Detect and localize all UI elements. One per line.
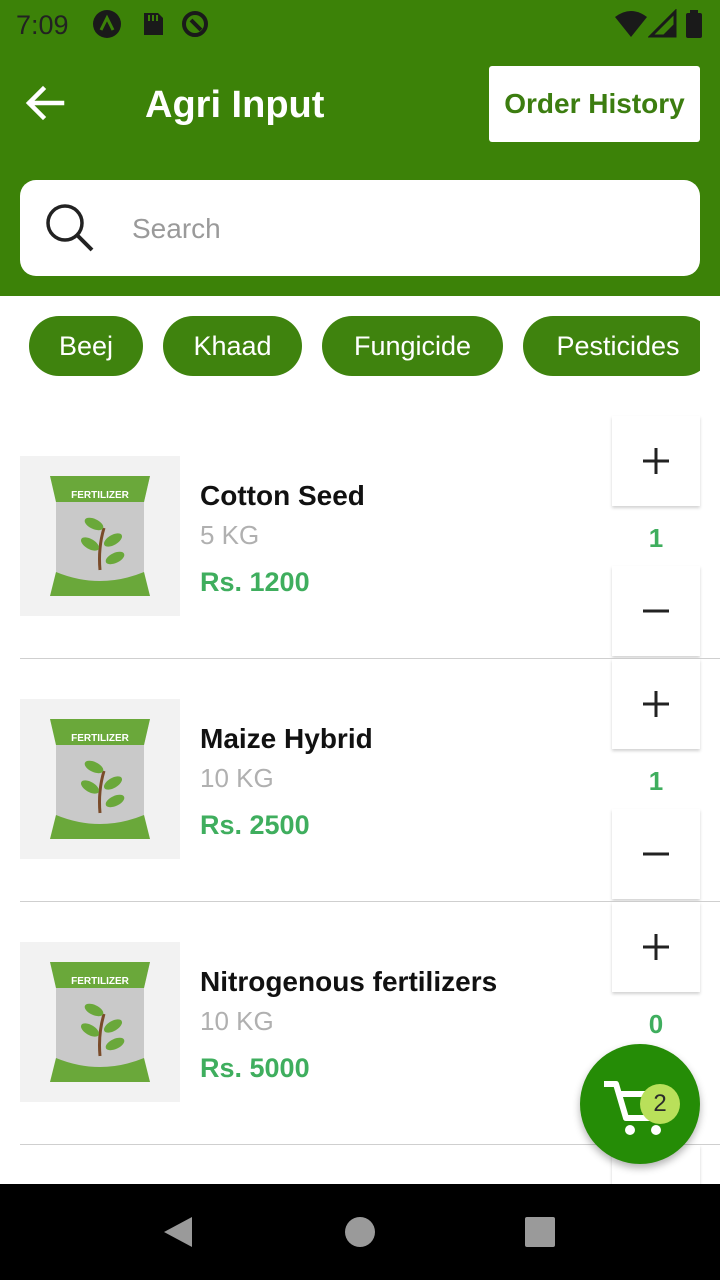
decrease-quantity-button[interactable] (612, 566, 700, 656)
bag-label: FERTILIZER (71, 490, 130, 501)
sync-icon (182, 11, 208, 37)
nav-home-icon[interactable] (344, 1216, 376, 1248)
fertilizer-bag-icon: FERTILIZER (50, 962, 150, 1082)
notification-a-icon (93, 10, 121, 38)
plus-icon (643, 448, 669, 474)
bag-label: FERTILIZER (71, 976, 130, 987)
product-image: FERTILIZER (20, 699, 180, 859)
product-weight: 10 KG (200, 1006, 274, 1036)
product-weight: 10 KG (200, 763, 274, 793)
quantity-value: 1 (648, 766, 664, 796)
product-item: FERTILIZER Maize Hybrid 10 KG Rs. 2500 1 (0, 659, 720, 902)
back-arrow-icon[interactable] (24, 82, 66, 124)
page-title: Agri Input (145, 84, 325, 126)
product-weight: 5 KG (200, 520, 260, 550)
wifi-icon (615, 11, 647, 37)
search-bar[interactable] (20, 180, 700, 276)
chip-khaad[interactable]: Khaad (163, 316, 302, 376)
plus-icon (643, 934, 669, 960)
search-icon (46, 204, 94, 252)
product-name: Nitrogenous fertilizers (200, 966, 498, 997)
nav-back-icon[interactable] (162, 1215, 194, 1249)
bag-label: FERTILIZER (71, 733, 130, 744)
sd-card-icon (144, 13, 163, 35)
chip-fungicide[interactable]: Fungicide (322, 316, 503, 376)
minus-icon (643, 609, 669, 613)
status-bar: 7:09 (0, 0, 720, 48)
product-price: Rs. 2500 (200, 810, 310, 840)
fertilizer-bag-icon: FERTILIZER (50, 476, 150, 596)
plus-icon (643, 691, 669, 717)
product-price: Rs. 1200 (200, 567, 310, 597)
decrease-quantity-button[interactable] (612, 809, 700, 899)
chip-pesticides[interactable]: Pesticides (523, 316, 700, 376)
product-name: Maize Hybrid (200, 723, 373, 754)
quantity-value: 1 (648, 523, 664, 553)
product-price: Rs. 5000 (200, 1053, 310, 1083)
minus-icon (643, 852, 669, 856)
cart-count-badge: 2 (640, 1084, 680, 1124)
status-time: 7:09 (16, 10, 69, 40)
quantity-value: 0 (648, 1009, 664, 1039)
increase-quantity-button[interactable] (612, 902, 700, 992)
fertilizer-bag-icon: FERTILIZER (50, 719, 150, 839)
increase-quantity-button[interactable] (612, 659, 700, 749)
product-name: Cotton Seed (200, 480, 365, 511)
system-navigation-bar (0, 1184, 720, 1280)
product-image: FERTILIZER (20, 456, 180, 616)
increase-quantity-button[interactable] (612, 416, 700, 506)
chip-beej[interactable]: Beej (29, 316, 143, 376)
product-item: FERTILIZER Cotton Seed 5 KG Rs. 1200 1 (0, 416, 720, 659)
search-input[interactable] (130, 204, 674, 254)
category-chips: Beej Khaad Fungicide Pesticides (0, 316, 700, 376)
signal-icon (648, 9, 677, 38)
battery-icon (686, 10, 702, 38)
product-image: FERTILIZER (20, 942, 180, 1102)
nav-recents-icon[interactable] (524, 1216, 556, 1248)
order-history-button[interactable]: Order History (489, 66, 700, 142)
